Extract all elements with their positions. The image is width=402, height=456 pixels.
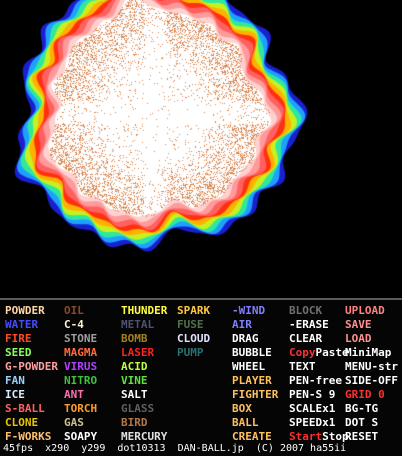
panel-button-wind[interactable]: -WIND bbox=[232, 304, 265, 317]
simulation-canvas[interactable] bbox=[0, 0, 402, 296]
panel-button-menu-str[interactable]: MENU-str bbox=[345, 360, 398, 373]
panel-button-torch[interactable]: TORCH bbox=[64, 402, 97, 415]
fps-readout: 45fps bbox=[3, 443, 34, 454]
panel-button-ice[interactable]: ICE bbox=[5, 388, 25, 401]
cursor-x-readout: x290 bbox=[45, 443, 70, 454]
panel-button-part[interactable]: Paste bbox=[316, 346, 349, 359]
panel-button-vine[interactable]: VINE bbox=[121, 374, 148, 387]
panel-button-erase[interactable]: -ERASE bbox=[289, 318, 329, 331]
panel-button-clear[interactable]: CLEAR bbox=[289, 332, 322, 345]
panel-button-speedx1[interactable]: SPEEDx1 bbox=[289, 416, 335, 429]
panel-button-block[interactable]: BLOCK bbox=[289, 304, 322, 317]
site-label: DAN-BALL.jp bbox=[177, 443, 244, 454]
panel-button-fire[interactable]: FIRE bbox=[5, 332, 32, 345]
panel-button-air[interactable]: AIR bbox=[232, 318, 252, 331]
panel-button-drag[interactable]: DRAG bbox=[232, 332, 259, 345]
element-panel: POWDER WATER FIRE SEED G-POWDER FAN ICE S-BALL C… bbox=[0, 298, 402, 456]
panel-button-copypaste[interactable]: CopyPaste bbox=[289, 346, 349, 359]
panel-button-spark[interactable]: SPARK bbox=[177, 304, 210, 317]
panel-button-oil[interactable]: OIL bbox=[64, 304, 84, 317]
panel-button-water[interactable]: WATER bbox=[5, 318, 38, 331]
panel-button-pen-s-9[interactable]: PEN-S 9 bbox=[289, 388, 335, 401]
panel-button-load[interactable]: LOAD bbox=[345, 332, 372, 345]
panel-button-c-4[interactable]: C-4 bbox=[64, 318, 84, 331]
simulation-canvas-area[interactable] bbox=[0, 0, 402, 296]
panel-button-glass[interactable]: GLASS bbox=[121, 402, 154, 415]
copyright-label: (C) 2007 ha55ii bbox=[255, 443, 347, 454]
panel-button-pump[interactable]: PUMP bbox=[177, 346, 204, 359]
panel-button-bird[interactable]: BIRD bbox=[121, 416, 148, 429]
panel-button-fan[interactable]: FAN bbox=[5, 374, 25, 387]
panel-button-grid-0[interactable]: GRID 0 bbox=[345, 388, 385, 401]
panel-button-metal[interactable]: METAL bbox=[121, 318, 154, 331]
panel-button-laser[interactable]: LASER bbox=[121, 346, 154, 359]
panel-button-clone[interactable]: CLONE bbox=[5, 416, 38, 429]
cursor-y-readout: y299 bbox=[81, 443, 106, 454]
panel-button-box[interactable]: BOX bbox=[232, 402, 252, 415]
game-window: POWDER WATER FIRE SEED G-POWDER FAN ICE S-BALL C… bbox=[0, 0, 402, 456]
panel-button-upload[interactable]: UPLOAD bbox=[345, 304, 385, 317]
panel-button-stone[interactable]: STONE bbox=[64, 332, 97, 345]
panel-button-text[interactable]: TEXT bbox=[289, 360, 316, 373]
panel-button-fuse[interactable]: FUSE bbox=[177, 318, 204, 331]
panel-button-pen-free[interactable]: PEN-free bbox=[289, 374, 342, 387]
panel-button-ant[interactable]: ANT bbox=[64, 388, 84, 401]
panel-button-save[interactable]: SAVE bbox=[345, 318, 372, 331]
panel-button-virus[interactable]: VIRUS bbox=[64, 360, 97, 373]
panel-button-salt[interactable]: SALT bbox=[121, 388, 148, 401]
panel-button-side-off[interactable]: SIDE-OFF bbox=[345, 374, 398, 387]
panel-button-powder[interactable]: POWDER bbox=[5, 304, 45, 317]
panel-button-fighter[interactable]: FIGHTER bbox=[232, 388, 278, 401]
panel-button-bg-tg[interactable]: BG-TG bbox=[345, 402, 378, 415]
panel-button-player[interactable]: PLAYER bbox=[232, 374, 272, 387]
panel-button-g-powder[interactable]: G-POWDER bbox=[5, 360, 58, 373]
panel-button-magma[interactable]: MAGMA bbox=[64, 346, 97, 359]
panel-button-dot-s[interactable]: DOT S bbox=[345, 416, 378, 429]
panel-button-part[interactable]: Copy bbox=[289, 346, 316, 359]
panel-button-thunder[interactable]: THUNDER bbox=[121, 304, 167, 317]
panel-button-acid[interactable]: ACID bbox=[121, 360, 148, 373]
panel-button-s-ball[interactable]: S-BALL bbox=[5, 402, 45, 415]
panel-button-ball[interactable]: BALL bbox=[232, 416, 259, 429]
dot-count: dot10313 bbox=[117, 443, 166, 454]
panel-button-scalex1[interactable]: SCALEx1 bbox=[289, 402, 335, 415]
panel-button-seed[interactable]: SEED bbox=[5, 346, 32, 359]
panel-button-bubble[interactable]: BUBBLE bbox=[232, 346, 272, 359]
panel-button-wheel[interactable]: WHEEL bbox=[232, 360, 265, 373]
panel-button-nitro[interactable]: NITRO bbox=[64, 374, 97, 387]
panel-button-cloud[interactable]: CLOUD bbox=[177, 332, 210, 345]
panel-button-bomb[interactable]: BOMB bbox=[121, 332, 148, 345]
panel-button-gas[interactable]: GAS bbox=[64, 416, 84, 429]
panel-button-minimap[interactable]: MiniMap bbox=[345, 346, 391, 359]
status-bar: 45fps x290 y299 dot10313 DAN-BALL.jp (C)… bbox=[3, 442, 352, 455]
